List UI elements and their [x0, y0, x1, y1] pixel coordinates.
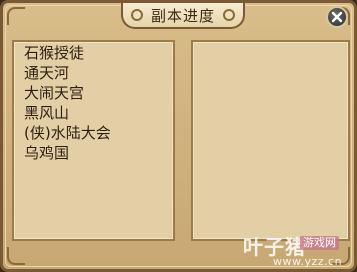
dungeon-detail-panel [191, 40, 350, 241]
dungeon-list-item[interactable]: 通天河 [24, 63, 173, 83]
title-plaque: 副本进度 [121, 3, 245, 29]
dungeon-list-item[interactable]: 黑风山 [24, 103, 173, 123]
close-button[interactable] [326, 6, 348, 28]
site-watermark: 叶子猪 游戏网 www.yzz.cn [243, 231, 353, 271]
dungeon-list-item[interactable]: 石猴授徒 [24, 43, 173, 63]
window-title: 副本进度 [150, 6, 215, 25]
frame-corner-ornament [7, 247, 25, 265]
dungeon-progress-window: 副本进度 石猴授徒 通天河 大闹天宫 黑风山 (侠)水陆大会 乌鸡国 叶子猪 游戏网 ww… [0, 0, 357, 272]
dungeon-list-panel: 石猴授徒 通天河 大闹天宫 黑风山 (侠)水陆大会 乌鸡国 [12, 40, 175, 241]
dungeon-list-item[interactable]: 乌鸡国 [24, 143, 173, 163]
close-icon [331, 11, 343, 23]
watermark-box-text: 游戏网 [300, 236, 339, 250]
dungeon-list-item[interactable]: 大闹天宫 [24, 83, 173, 103]
scroll-ornament-icon [131, 9, 143, 21]
dungeon-list-item[interactable]: (侠)水陆大会 [24, 123, 173, 143]
dungeon-list: 石猴授徒 通天河 大闹天宫 黑风山 (侠)水陆大会 乌鸡国 [14, 42, 173, 163]
scroll-ornament-icon [223, 9, 235, 21]
frame-corner-ornament [7, 7, 25, 25]
watermark-url: www.yzz.cn [273, 255, 343, 268]
